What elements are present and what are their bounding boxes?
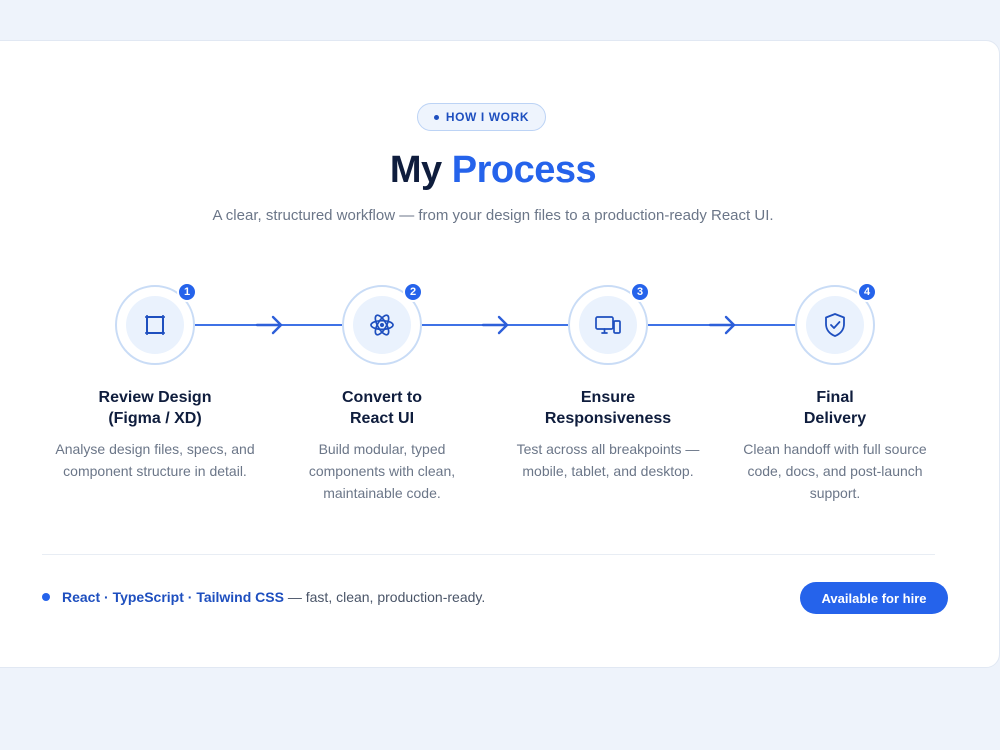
- available-for-hire-button[interactable]: Available for hire: [800, 582, 948, 614]
- footer-divider: [42, 554, 935, 555]
- tech-stack-text: React · TypeScript · Tailwind CSS — fast…: [62, 589, 485, 605]
- step-2-title: Convert to React UI: [342, 389, 422, 427]
- arrow-right-icon: [255, 315, 283, 335]
- frame-icon: [145, 315, 165, 335]
- title-part-2: Process: [451, 149, 597, 191]
- process-card: HOW I WORK My Process A clear, structure…: [0, 40, 1000, 668]
- pill-dot-icon: [433, 114, 439, 120]
- step-4-number-badge: 4: [857, 282, 877, 302]
- arrow-right-icon: [708, 315, 736, 335]
- section-subtitle: A clear, structured workflow — from your…: [212, 207, 774, 224]
- step-4-description: Clean handoff with full source code, doc…: [743, 441, 927, 501]
- devices-icon: [595, 316, 621, 334]
- step-3-description: Test across all breakpoints — mobile, ta…: [516, 441, 700, 479]
- footer-tech-stack: React · TypeScript · Tailwind CSS — fast…: [42, 589, 485, 605]
- step-1-title: Review Design (Figma / XD): [98, 389, 212, 427]
- step-4-title: Final Delivery: [803, 389, 867, 427]
- react-atom-icon: [370, 314, 394, 336]
- step-1-description: Analyse design files, specs, and compone…: [55, 441, 255, 479]
- step-2-description: Build modular, typed components with cle…: [308, 441, 456, 501]
- bullet-dot-icon: [42, 593, 50, 601]
- step-3-title: Ensure Responsiveness: [544, 389, 672, 427]
- tech-stack-tagline: — fast, clean, production-ready.: [283, 589, 486, 605]
- title-part-1: My: [389, 149, 442, 191]
- tech-stack-list: React · TypeScript · Tailwind CSS: [62, 589, 284, 605]
- arrow-right-icon: [481, 315, 509, 335]
- section-title: My Process: [0, 149, 999, 192]
- section-eyebrow: HOW I WORK: [445, 110, 530, 124]
- step-1-number-badge: 1: [177, 282, 197, 302]
- step-2-number-badge: 2: [403, 282, 423, 302]
- section-eyebrow-pill: HOW I WORK: [417, 103, 546, 131]
- step-3-number-badge: 3: [630, 282, 650, 302]
- shield-check-icon: [825, 313, 845, 337]
